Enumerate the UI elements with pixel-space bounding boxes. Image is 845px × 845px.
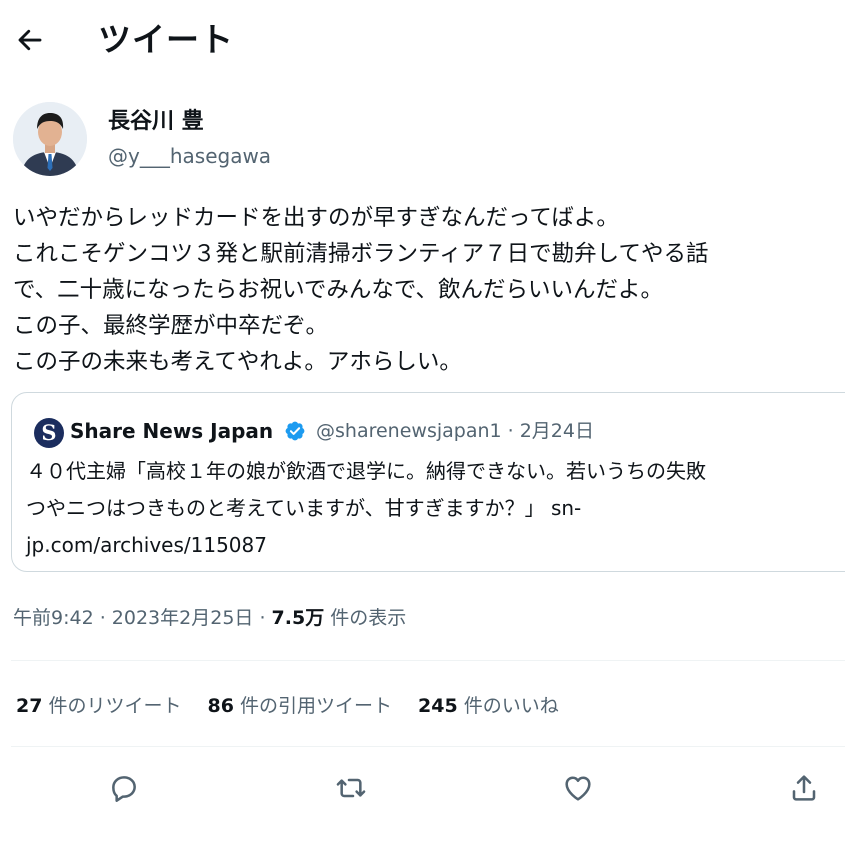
quoted-handle: @sharenewsjapan1 [316, 420, 502, 442]
retweets-stat[interactable]: 27 件のリツイート [16, 692, 182, 720]
tweet-timestamp: 午前9:42 · 2023年2月25日 · 7.5万 件の表示 [13, 607, 407, 629]
tweet-time[interactable]: 午前9:42 [13, 607, 94, 629]
quotes-stat[interactable]: 86 件の引用ツイート [208, 692, 393, 720]
like-icon [565, 776, 591, 801]
author-name[interactable]: 長谷川 豊 [108, 108, 204, 136]
quoted-date: 2月24日 [519, 420, 594, 442]
tweet-line: で、二十歳になったらお祝いでみんなで、飲んだらいいんだよ。 [13, 277, 664, 303]
views-count: 7.5万 [271, 607, 325, 629]
back-button[interactable] [10, 20, 50, 60]
quoted-line: つやニつはつきものと考えていますが、甘すぎますか？」 sn- [26, 496, 582, 520]
quotes-label: 件の引用ツイート [240, 695, 393, 717]
quoted-text: ４０代主婦「高校１年の娘が飲酒で退学に。納得できない。若いうちの失敗 つやニつは… [26, 453, 845, 564]
tweet-text: いやだからレッドカードを出すのが早すぎなんだってばよ。 これこそゲンコツ３発と駅… [13, 200, 845, 380]
quoted-meta: @sharenewsjapan1 · 2月24日 [316, 420, 594, 442]
tweet-line: この子、最終学歴が中卒だぞ。 [13, 313, 329, 339]
share-icon [792, 775, 816, 801]
retweet-icon [336, 778, 366, 798]
person-avatar-icon [13, 102, 87, 176]
quoted-tweet-card[interactable]: S Share News Japan @sharenewsjapan1 · 2月… [11, 392, 845, 572]
tweet-line: これこそゲンコツ３発と駅前清掃ボランティア７日で勘弁してやる話 [13, 241, 709, 267]
tweet-date[interactable]: 2023年2月25日 [112, 607, 254, 629]
divider [11, 746, 845, 747]
retweets-count: 27 [16, 695, 43, 717]
share-button[interactable] [782, 768, 826, 808]
tweet-line: この子の未来も考えてやれよ。アホらしい。 [13, 349, 462, 375]
engagement-stats: 27 件のリツイート 86 件の引用ツイート 245 件のいいね [16, 692, 585, 720]
verified-badge-icon [285, 421, 305, 441]
page-title: ツイート [98, 20, 234, 59]
share-news-logo-icon: S [34, 418, 64, 448]
likes-count: 245 [418, 695, 458, 717]
quoted-author-name: Share News Japan [70, 419, 274, 443]
likes-stat[interactable]: 245 件のいいね [418, 692, 559, 720]
tweet-line: いやだからレッドカードを出すのが早すぎなんだってばよ。 [13, 205, 619, 231]
avatar[interactable] [13, 102, 87, 176]
likes-label: 件のいいね [463, 695, 559, 717]
reply-icon [112, 776, 136, 802]
reply-button[interactable] [102, 768, 146, 808]
logo-letter: S [41, 420, 56, 445]
quotes-count: 86 [207, 695, 234, 717]
retweets-label: 件のリツイート [48, 695, 182, 717]
tweet-header: ツイート [0, 0, 845, 82]
divider [11, 660, 845, 661]
quoted-line: ４０代主婦「高校１年の娘が飲酒で退学に。納得できない。若いうちの失敗 [26, 459, 706, 483]
retweet-button[interactable] [329, 768, 373, 808]
arrow-left-icon [18, 29, 42, 51]
quoted-line[interactable]: jp.com/archives/115087 [26, 527, 845, 564]
author-handle[interactable]: @y___hasegawa [108, 143, 271, 169]
views-label: 件の表示 [330, 607, 407, 629]
like-button[interactable] [556, 768, 600, 808]
